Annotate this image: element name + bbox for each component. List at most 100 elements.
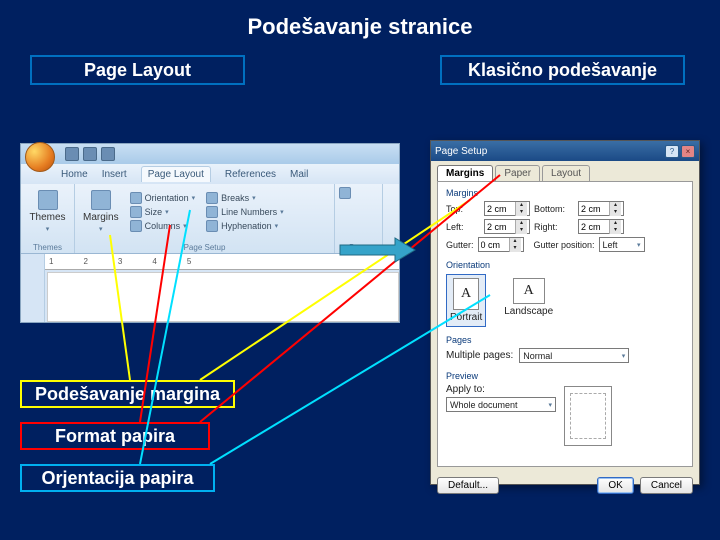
default-button[interactable]: Default... [437, 477, 499, 494]
label-top: Top: [446, 204, 480, 214]
label-right: Right: [534, 222, 574, 232]
document-area[interactable] [47, 272, 399, 322]
line-numbers-button[interactable]: Line Numbers▾ [206, 206, 284, 218]
breaks-label: Breaks [221, 193, 249, 203]
right-spinner[interactable]: ▴▾ [578, 219, 624, 234]
tab-mailings[interactable]: Mail [290, 169, 308, 180]
apply-to-value: Whole document [450, 400, 518, 410]
tab-insert[interactable]: Insert [102, 169, 127, 180]
multiple-pages-select[interactable]: Normal▾ [519, 348, 629, 363]
tab-page-layout[interactable]: Page Layout [141, 166, 211, 182]
preview-thumbnail [564, 386, 612, 446]
label-gutter: Gutter: [446, 240, 474, 250]
label-classic-setup: Klasično podešavanje [440, 55, 685, 85]
group-page-bg: Page [335, 184, 383, 253]
gutter-pos-select[interactable]: Left▾ [599, 237, 645, 252]
chevron-down-icon: ▾ [46, 225, 50, 233]
size-label: Size [145, 207, 163, 217]
chevron-down-icon: ▾ [280, 208, 284, 216]
save-icon[interactable] [65, 147, 79, 161]
margins-button[interactable]: Margins ▾ [79, 187, 123, 236]
office-button[interactable] [25, 142, 55, 172]
label-apply-to: Apply to: [446, 384, 485, 395]
group-label-page: Page [339, 243, 378, 252]
themes-icon [38, 190, 58, 210]
group-label-page-setup: Page Setup [79, 243, 330, 252]
left-input[interactable] [485, 222, 515, 232]
label-paper-format: Format papira [20, 422, 210, 450]
breaks-button[interactable]: Breaks▾ [206, 192, 284, 204]
tab-margins[interactable]: Margins [437, 165, 493, 181]
undo-icon[interactable] [83, 147, 97, 161]
line-numbers-icon [206, 206, 218, 218]
gutter-pos-value: Left [603, 240, 618, 250]
dialog-title: Page Setup [435, 146, 487, 157]
redo-icon[interactable] [101, 147, 115, 161]
chevron-down-icon: ▾ [192, 194, 196, 202]
breaks-icon [206, 192, 218, 204]
orientation-portrait[interactable]: A Portrait [446, 274, 486, 327]
ruler-tick: 5 [187, 257, 191, 266]
dialog-tabs: Margins Paper Layout [431, 161, 699, 181]
group-page-setup: Margins ▾ Orientation▾ Size▾ Columns▾ Br… [75, 184, 335, 253]
themes-label: Themes [29, 212, 65, 223]
bottom-spinner[interactable]: ▴▾ [578, 201, 624, 216]
right-input[interactable] [579, 222, 609, 232]
label-gutter-pos: Gutter position: [534, 240, 595, 250]
section-margins: Margins [446, 188, 684, 198]
cancel-button[interactable]: Cancel [640, 477, 693, 494]
group-themes: Themes ▾ Themes [21, 184, 75, 253]
chevron-down-icon: ▾ [252, 194, 256, 202]
section-preview: Preview [446, 371, 684, 381]
orientation-label: Orientation [145, 193, 189, 203]
left-spinner[interactable]: ▴▾ [484, 219, 530, 234]
gutter-input[interactable] [479, 240, 509, 250]
apply-to-select[interactable]: Whole document▾ [446, 397, 556, 412]
vertical-ruler[interactable] [21, 254, 45, 322]
chevron-down-icon: ▾ [275, 222, 279, 230]
tab-layout[interactable]: Layout [542, 165, 590, 181]
margins-icon [91, 190, 111, 210]
margins-grid: Top: ▴▾ Bottom: ▴▾ Left: ▴▾ Right: ▴▾ [446, 201, 684, 234]
watermark-icon[interactable] [339, 187, 351, 199]
gutter-spinner[interactable]: ▴▾ [478, 237, 524, 252]
label-margins: Podešavanje margina [20, 380, 235, 408]
bottom-input[interactable] [579, 204, 609, 214]
tab-paper[interactable]: Paper [495, 165, 540, 181]
landscape-icon: A [513, 278, 545, 304]
top-input[interactable] [485, 204, 515, 214]
tab-references[interactable]: References [225, 169, 276, 180]
orientation-landscape[interactable]: A Landscape [500, 274, 557, 327]
hyphenation-icon [206, 220, 218, 232]
orientation-button[interactable]: Orientation▾ [130, 192, 196, 204]
hyphenation-button[interactable]: Hyphenation▾ [206, 220, 284, 232]
columns-icon [130, 220, 142, 232]
columns-button[interactable]: Columns▾ [130, 220, 196, 232]
portrait-label: Portrait [450, 312, 482, 323]
size-icon [130, 206, 142, 218]
page-setup-dialog: Page Setup ? × Margins Paper Layout Marg… [430, 140, 700, 485]
ok-button[interactable]: OK [597, 477, 633, 494]
close-button[interactable]: × [681, 145, 695, 158]
label-bottom: Bottom: [534, 204, 574, 214]
dialog-body: Margins Top: ▴▾ Bottom: ▴▾ Left: ▴▾ Righ… [437, 181, 693, 467]
themes-button[interactable]: Themes ▾ [25, 187, 70, 236]
landscape-label: Landscape [504, 306, 553, 317]
horizontal-ruler[interactable]: 1 2 3 4 5 [21, 254, 399, 270]
top-spinner[interactable]: ▴▾ [484, 201, 530, 216]
help-button[interactable]: ? [665, 145, 679, 158]
word-ribbon-screenshot: Home Insert Page Layout References Mail … [20, 143, 400, 323]
size-button[interactable]: Size▾ [130, 206, 196, 218]
ruler-tick: 4 [152, 257, 156, 266]
ruler-tick: 3 [118, 257, 122, 266]
margins-label: Margins [83, 212, 119, 223]
label-left: Left: [446, 222, 480, 232]
dialog-footer: Default... OK Cancel [431, 473, 699, 498]
multiple-pages-value: Normal [523, 351, 552, 361]
dialog-titlebar[interactable]: Page Setup ? × [431, 141, 699, 161]
label-orientation: Orjentacija papira [20, 464, 215, 492]
section-orientation: Orientation [446, 260, 684, 270]
quick-access-toolbar [21, 144, 399, 164]
tab-home[interactable]: Home [61, 169, 88, 180]
chevron-down-icon: ▾ [99, 225, 103, 233]
